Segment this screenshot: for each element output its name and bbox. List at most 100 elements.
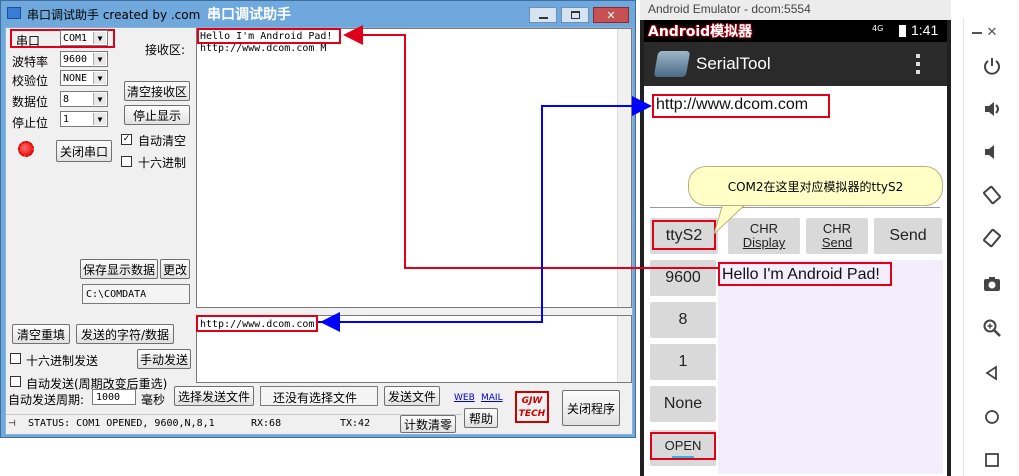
maximize-button[interactable] — [561, 7, 589, 23]
parity-button[interactable]: None — [650, 386, 716, 422]
chevron-down-icon: ▼ — [93, 53, 106, 65]
databits-label: 数据位 — [12, 95, 49, 109]
client-area: 串口 COM1 ▼ 波特率 9600 ▼ 校验位 NONE ▼ 数据位 8 ▼ 停止位 … — [5, 27, 633, 435]
tx-count: TX:42 — [340, 418, 371, 429]
manual-send-button[interactable]: 手动发送 — [137, 349, 191, 369]
stopbits-select[interactable]: 1 ▼ — [60, 111, 108, 127]
close-icon: ✕ — [606, 8, 616, 22]
back-icon[interactable] — [978, 359, 1006, 387]
battery-icon — [899, 25, 906, 37]
port-select[interactable]: COM1 ▼ — [60, 30, 108, 46]
chevron-down-icon: ▼ — [93, 32, 106, 44]
auto-clear-checkbox[interactable]: ✓ — [121, 134, 132, 145]
gjw-tech-logo: GJW TECH — [515, 391, 549, 423]
choose-file-button[interactable]: 选择发送文件 — [174, 386, 254, 406]
chevron-down-icon: ▼ — [93, 113, 106, 125]
baud-button[interactable]: 9600 — [650, 260, 716, 296]
status-pin-icon: ⊣ — [8, 419, 16, 429]
hex-send-checkbox[interactable] — [10, 353, 21, 364]
receive-label: 接收区: — [145, 43, 186, 57]
send-button[interactable]: Send — [874, 218, 942, 254]
databits-select[interactable]: 8 ▼ — [60, 91, 108, 107]
status-clock: 1:41 — [911, 22, 939, 38]
title-annotation: 串口调试助手 — [207, 7, 291, 23]
save-data-button[interactable]: 保存显示数据 — [80, 259, 158, 279]
hex-display-label: 十六进制 — [138, 156, 187, 170]
zoom-icon[interactable] — [978, 314, 1006, 342]
change-path-button[interactable]: 更改 — [160, 259, 190, 279]
reset-count-button[interactable]: 计数清零 — [400, 415, 456, 433]
send-period-unit: 毫秒 — [141, 393, 166, 407]
app-content: http://www.dcom.com ttyS2 CHR Display CHR… — [644, 86, 947, 476]
hex-send-label: 十六进制发送 — [26, 354, 99, 368]
window-title: 串口调试助手 created by .com — [27, 8, 201, 22]
emulator-titlebar: Android Emulator - dcom:5554 — [640, 0, 951, 20]
overflow-menu-icon[interactable] — [912, 52, 924, 76]
rotate-right-icon[interactable] — [978, 224, 1006, 252]
send-field-highlight — [718, 262, 892, 286]
save-path-field[interactable]: C:\COMDATA — [82, 284, 190, 304]
chevron-down-icon: ▼ — [93, 72, 106, 84]
app-title: SerialTool — [696, 54, 771, 73]
received-url-highlight — [652, 94, 830, 118]
clear-receive-button[interactable]: 清空接收区 — [124, 81, 190, 101]
rotate-left-icon[interactable] — [978, 181, 1006, 209]
web-link[interactable]: WEB — [454, 393, 475, 403]
power-icon[interactable] — [978, 52, 1006, 80]
send-text-field[interactable] — [718, 260, 943, 474]
stop-display-button[interactable]: 停止显示 — [124, 105, 190, 125]
action-bar: SerialTool — [644, 42, 947, 86]
minimize-icon — [538, 17, 548, 19]
close-window-button[interactable]: ✕ — [593, 7, 629, 23]
volume-up-icon[interactable] — [978, 95, 1006, 123]
send-file-button[interactable]: 发送文件 — [384, 386, 440, 406]
send-highlight — [196, 315, 318, 332]
home-icon[interactable] — [978, 403, 1006, 431]
help-button[interactable]: 帮助 — [464, 408, 498, 428]
maximize-icon — [570, 11, 580, 19]
databits-button[interactable]: 8 — [650, 302, 716, 338]
android-emulator: Android Emulator - dcom:5554 Android模拟器 … — [640, 0, 951, 476]
chr-send-button[interactable]: CHR Send — [806, 218, 868, 254]
open-button-highlight — [650, 432, 716, 460]
stopbits-button[interactable]: 1 — [650, 344, 716, 380]
receive-scrollbar[interactable] — [617, 29, 631, 307]
file-name-field: 还没有选择文件 — [260, 386, 378, 406]
port-button-highlight — [652, 220, 716, 250]
emulator-title: Android Emulator - dcom:5554 — [648, 2, 811, 16]
sent-data-button[interactable]: 发送的字符/数据 — [76, 324, 174, 344]
hex-display-checkbox[interactable] — [121, 156, 132, 167]
parity-label: 校验位 — [12, 74, 49, 88]
app-icon — [7, 7, 21, 19]
send-scrollbar[interactable] — [617, 316, 631, 382]
serial-assistant-window: 串口调试助手 created by .com 串口调试助手 ✕ 串口 COM1 ▼… — [0, 0, 636, 438]
ttys2-tooltip: COM2在这里对应模拟器的ttyS2 — [688, 166, 943, 206]
receive-highlight — [197, 28, 341, 44]
status-text: STATUS: COM1 OPENED, 9600,N,8,1 — [28, 418, 215, 429]
clear-fill-button[interactable]: 清空重填 — [12, 324, 70, 344]
mail-link[interactable]: MAIL — [481, 393, 503, 403]
receive-area[interactable]: Hello I'm Android Pad! http://www.dcom.c… — [196, 28, 632, 308]
minimize-button[interactable] — [529, 7, 557, 23]
parity-select[interactable]: NONE ▼ — [60, 70, 108, 86]
auto-clear-label: 自动清空 — [138, 134, 187, 148]
serial-port-app-icon — [653, 51, 691, 77]
rx-count: RX:68 — [251, 418, 282, 429]
auto-send-checkbox[interactable] — [10, 376, 21, 387]
close-icon[interactable]: ✕ — [978, 20, 1006, 44]
camera-icon[interactable] — [978, 270, 1006, 298]
baud-label: 波特率 — [12, 55, 49, 69]
minimize-icon[interactable] — [972, 32, 982, 34]
exit-program-button[interactable]: 关闭程序 — [562, 390, 620, 426]
stopbits-label: 停止位 — [12, 116, 49, 130]
signal-indicator: 4G — [872, 24, 884, 33]
receive-line: http://www.dcom.com M — [200, 43, 327, 54]
tooltip-pointer — [712, 200, 751, 236]
android-status-bar: Android模拟器 4G 1:41 — [644, 20, 947, 42]
volume-down-icon[interactable] — [978, 138, 1006, 166]
send-period-input[interactable]: 1000 — [92, 389, 136, 405]
baud-select[interactable]: 9600 ▼ — [60, 51, 108, 67]
port-label: 串口 — [16, 34, 41, 48]
overview-icon[interactable] — [978, 446, 1006, 474]
close-port-button[interactable]: 关闭串口 — [56, 140, 112, 162]
